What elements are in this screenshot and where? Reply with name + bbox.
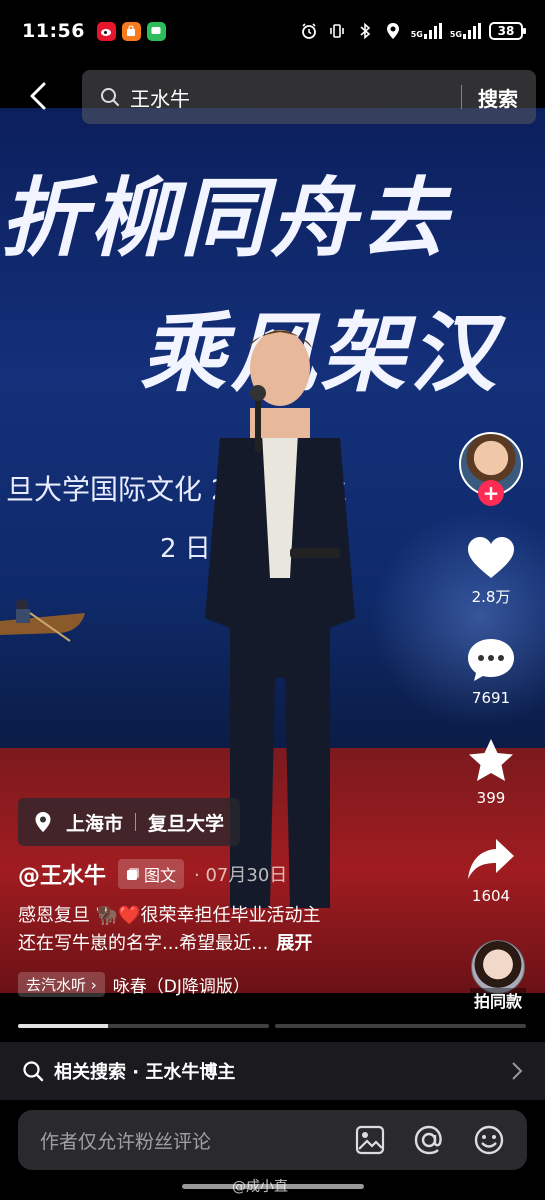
progress-segment bbox=[275, 1024, 526, 1028]
network-type-1: 5G bbox=[410, 30, 423, 39]
post-type-label: 图文 bbox=[144, 866, 177, 885]
remix-thumbnail bbox=[471, 940, 525, 994]
emoji-icon[interactable] bbox=[473, 1124, 505, 1156]
message-icon bbox=[146, 21, 166, 41]
location-divider bbox=[135, 813, 137, 831]
location-pin-icon bbox=[35, 812, 51, 832]
chevron-right-icon bbox=[512, 1062, 523, 1080]
notification-icons bbox=[96, 21, 166, 41]
progress-fill bbox=[18, 1024, 109, 1028]
progress-segment bbox=[18, 1024, 269, 1028]
author-name[interactable]: @王水牛 bbox=[18, 858, 106, 890]
comment-placeholder: 作者仅允许粉丝评论 bbox=[40, 1130, 212, 1153]
expand-button[interactable]: 展开 bbox=[276, 933, 312, 954]
search-button[interactable]: 搜索 bbox=[478, 83, 518, 112]
action-column: + 2.8万 7691 399 1604 bbox=[455, 432, 527, 905]
banner-headline-1: 折柳同舟去 bbox=[0, 168, 450, 269]
post-caption[interactable]: 感恩复旦 🦬❤️很荣幸担任毕业活动主 还在写牛崽的名字...希望最近... 展开 bbox=[18, 902, 438, 958]
comment-input[interactable]: 作者仅允许粉丝评论 bbox=[18, 1110, 527, 1170]
music-row[interactable]: 去汽水听 › 咏春（DJ降调版） bbox=[18, 972, 250, 997]
battery-indicator: 38 bbox=[489, 22, 526, 40]
music-app-tag[interactable]: 去汽水听 › bbox=[18, 972, 105, 997]
search-query[interactable]: 王水牛 bbox=[130, 83, 190, 112]
vibrate-icon bbox=[327, 21, 347, 41]
author-row: @王水牛 图文 · 07月30日 bbox=[18, 858, 287, 890]
network-type-2: 5G bbox=[449, 30, 462, 39]
caption-line-2: 还在写牛崽的名字...希望最近... bbox=[18, 933, 269, 954]
status-time: 11:56 bbox=[22, 20, 85, 42]
related-search-label: 相关搜索 · 王水牛博主 bbox=[54, 1062, 236, 1083]
remix-label: 拍同款 bbox=[469, 988, 526, 1012]
music-title: 咏春（DJ降调版） bbox=[112, 977, 250, 997]
location-tag[interactable]: 上海市 复旦大学 bbox=[18, 798, 241, 846]
location-icon bbox=[383, 21, 403, 41]
favorite-count: 399 bbox=[476, 789, 506, 807]
location-city: 上海市 bbox=[66, 812, 124, 835]
image-progress bbox=[18, 1024, 526, 1028]
share-button[interactable]: 1604 bbox=[466, 837, 516, 905]
weibo-icon bbox=[96, 21, 116, 41]
heart-icon bbox=[468, 537, 514, 578]
caption-line-1: 感恩复旦 🦬❤️很荣幸担任毕业活动主 bbox=[18, 905, 321, 926]
post-type-tag: 图文 bbox=[118, 859, 185, 889]
image-text-icon bbox=[127, 868, 140, 880]
star-icon bbox=[469, 739, 513, 781]
comment-button[interactable]: 7691 bbox=[466, 637, 516, 707]
shopping-icon bbox=[121, 21, 141, 41]
related-search-bar[interactable]: 相关搜索 · 王水牛博主 bbox=[0, 1042, 545, 1100]
comment-count: 7691 bbox=[471, 689, 511, 707]
caption-line-2-row: 还在写牛崽的名字...希望最近... 展开 bbox=[18, 930, 438, 958]
cellular-signal-1-icon: 5G bbox=[411, 23, 442, 39]
like-button[interactable]: 2.8万 bbox=[466, 536, 516, 607]
mention-icon[interactable] bbox=[413, 1124, 445, 1156]
favorite-button[interactable]: 399 bbox=[466, 737, 516, 807]
post-date: · 07月30日 bbox=[194, 865, 288, 886]
search-divider bbox=[461, 85, 462, 109]
alarm-icon bbox=[299, 21, 319, 41]
follow-plus-icon[interactable]: + bbox=[478, 480, 504, 506]
cellular-signal-2-icon: 5G bbox=[450, 23, 481, 39]
boat-illustration bbox=[0, 599, 85, 642]
share-arrow-icon bbox=[468, 839, 514, 879]
status-bar: 11:56 5G 5G 38 bbox=[0, 0, 545, 62]
back-button[interactable] bbox=[22, 78, 54, 114]
watermark: @成小直 bbox=[232, 1179, 288, 1195]
search-bar[interactable]: 王水牛 搜索 bbox=[82, 70, 536, 124]
search-icon bbox=[101, 88, 119, 106]
search-icon bbox=[23, 1061, 44, 1082]
share-count: 1604 bbox=[471, 887, 511, 905]
location-place: 复旦大学 bbox=[148, 812, 225, 835]
bluetooth-icon bbox=[355, 21, 375, 41]
author-avatar[interactable]: + bbox=[459, 432, 523, 506]
comment-icon bbox=[468, 639, 514, 681]
battery-level: 38 bbox=[497, 24, 515, 38]
remix-button[interactable]: 拍同款 bbox=[465, 940, 531, 1012]
image-icon[interactable] bbox=[355, 1125, 385, 1155]
like-count: 2.8万 bbox=[471, 588, 511, 606]
chevron-left-icon bbox=[30, 82, 46, 110]
